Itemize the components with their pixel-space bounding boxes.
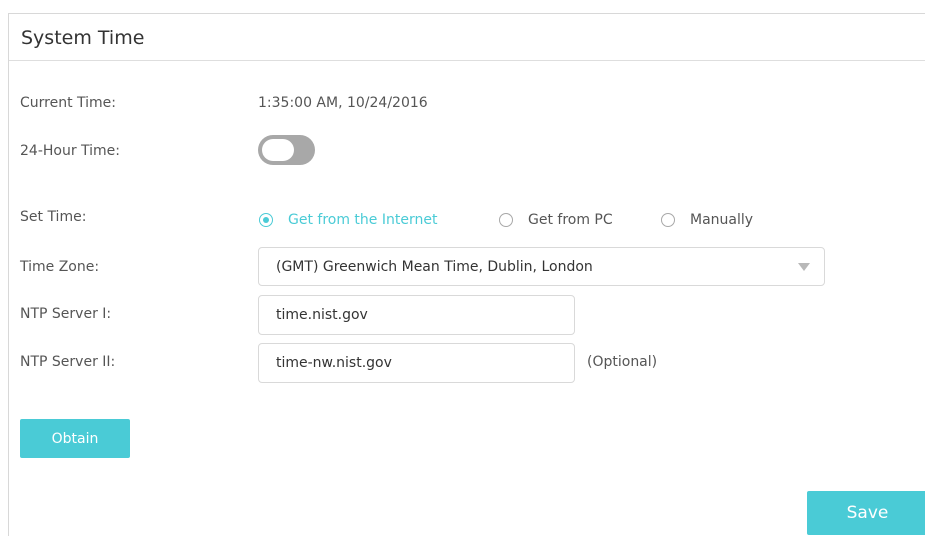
radio-label: Get from PC <box>528 212 613 228</box>
hour24-toggle[interactable] <box>258 135 315 165</box>
ntp-server-1-input[interactable] <box>258 295 575 335</box>
current-time-label: Current Time: <box>20 95 117 111</box>
hour24-label: 24-Hour Time: <box>20 143 121 159</box>
ntp-server-2-optional-note: (Optional) <box>587 354 658 370</box>
time-zone-selected: (GMT) Greenwich Mean Time, Dublin, Londo… <box>276 259 593 275</box>
obtain-button[interactable]: Obtain <box>20 419 130 458</box>
system-time-panel: System Time Current Time: 1:35:00 AM, 10… <box>8 13 925 536</box>
radio-get-from-internet[interactable]: Get from the Internet <box>259 209 437 231</box>
set-time-label: Set Time: <box>20 209 87 225</box>
radio-get-from-pc[interactable]: Get from PC <box>499 209 613 231</box>
caret-down-icon <box>798 263 810 271</box>
radio-label: Manually <box>690 212 754 228</box>
radio-manually[interactable]: Manually <box>661 209 753 231</box>
ntp-server-2-input[interactable] <box>258 343 575 383</box>
time-zone-select[interactable]: (GMT) Greenwich Mean Time, Dublin, Londo… <box>258 247 825 286</box>
toggle-knob <box>262 139 294 161</box>
title-divider <box>9 60 925 61</box>
radio-label: Get from the Internet <box>288 212 438 228</box>
radio-unchecked-icon <box>661 213 675 227</box>
current-time-value: 1:35:00 AM, 10/24/2016 <box>258 95 428 111</box>
save-button[interactable]: Save <box>807 491 925 535</box>
ntp-server-2-label: NTP Server II: <box>20 354 116 370</box>
radio-checked-icon <box>259 213 273 227</box>
ntp-server-1-label: NTP Server I: <box>20 306 112 322</box>
section-title: System Time <box>21 27 145 49</box>
time-zone-label: Time Zone: <box>20 259 100 275</box>
radio-unchecked-icon <box>499 213 513 227</box>
